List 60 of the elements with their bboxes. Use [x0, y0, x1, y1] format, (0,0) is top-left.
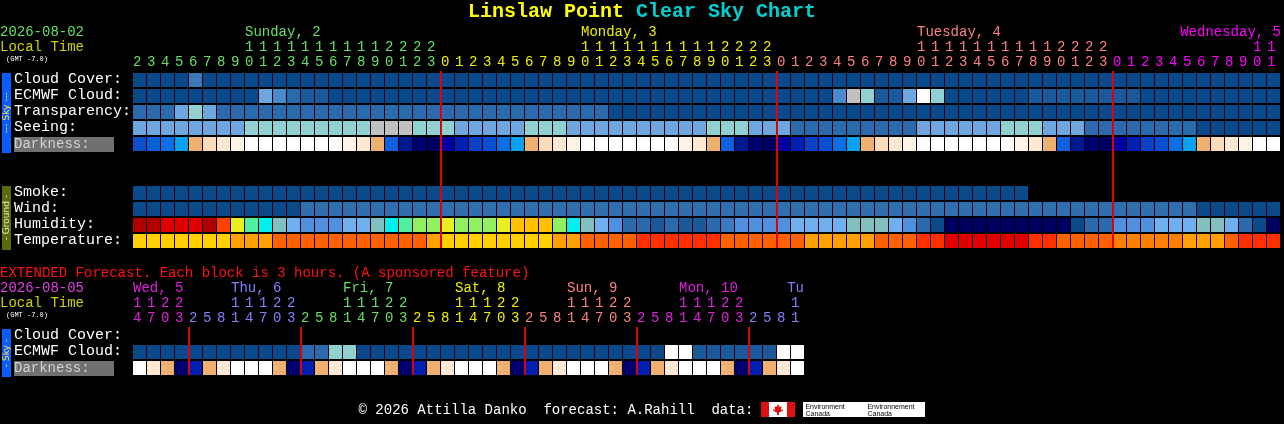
hour-tens-digits: 11111111112222: [580, 40, 778, 55]
midnight-line: [412, 327, 414, 375]
row-label: Temperature:: [14, 234, 124, 248]
midnight-line: [524, 327, 526, 375]
row-label: Wind:: [14, 202, 60, 216]
canada-flag-icon: [761, 402, 796, 417]
row-label: Darkness:: [14, 137, 114, 152]
hour-digits: 2581: [749, 311, 805, 326]
hour-tens-digits: 11122: [342, 296, 413, 311]
hour-tens-digits: 1: [790, 296, 805, 311]
hour-tens-digits: 11122: [230, 296, 301, 311]
day-label: Mon, 10: [679, 281, 738, 296]
row-label: Smoke:: [14, 186, 69, 200]
hour-digits: 25814703: [189, 311, 301, 326]
hour-tens-digits: 11111111112222: [244, 40, 442, 55]
midnight-line: [748, 327, 750, 375]
day-label: Monday, 3: [581, 25, 657, 40]
day-label: Sunday, 2: [245, 25, 321, 40]
midnight-line: [636, 327, 638, 375]
hour-digits: 4703: [133, 311, 189, 326]
hour-digits: 25814703: [637, 311, 749, 326]
hour-tens-digits: 11111111112222: [916, 40, 1114, 55]
day-label: Thu, 6: [231, 281, 282, 296]
hour-tens-digits: 1122: [133, 296, 189, 311]
forecast-date: 2026-08-02: [0, 25, 84, 40]
hour-tens-digits: 11122: [454, 296, 525, 311]
forecast-date: 2026-08-05: [0, 281, 84, 296]
hour-digits: 25814703: [525, 311, 637, 326]
midnight-line: [188, 327, 190, 375]
chart-title: Clear Sky Chart: [636, 0, 817, 25]
site-name: Linslaw Point: [467, 0, 624, 25]
day-label: Tuesday, 4: [917, 25, 1001, 40]
day-label: Fri, 7: [343, 281, 394, 296]
row-label: Cloud Cover:: [14, 329, 124, 343]
credit-text: © 2026 Attilla Danko forecast: A.Rahill data:: [358, 401, 754, 418]
time-label: Local Time: [0, 40, 84, 55]
hour-digits: 2345678901234567890123: [133, 55, 442, 70]
row-label: ECMWF Cloud:: [14, 89, 124, 103]
day-label: Sat, 8: [455, 281, 506, 296]
hour-digits: 25814703: [413, 311, 525, 326]
day-label: Wednesday, 5: [1180, 25, 1281, 40]
row-label: ECMWF Cloud:: [14, 345, 124, 359]
row-label: Seeing:: [14, 121, 78, 135]
hour-digits: 012345678901234567890123: [441, 55, 778, 70]
time-label: Local Time: [0, 296, 84, 311]
midnight-line: [300, 327, 302, 375]
hour-tens-digits: 11: [1252, 40, 1282, 55]
extended-notice: EXTENDED Forecast. Each block is 3 hours. (A sponsored feature): [0, 265, 531, 281]
day-label: Wed, 5: [133, 281, 184, 296]
day-label: Sun, 9: [567, 281, 618, 296]
hour-tens-digits: 11122: [678, 296, 749, 311]
row-label: Cloud Cover:: [14, 73, 124, 87]
row-label: Transparency:: [14, 105, 133, 119]
day-label: Tu: [787, 281, 804, 296]
hour-digits: 012345678901234567890123: [777, 55, 1114, 70]
hour-digits: 012345678901: [1113, 55, 1282, 70]
row-label: Darkness:: [14, 361, 114, 376]
row-label: Humidity:: [14, 218, 96, 232]
hour-tens-digits: 11122: [566, 296, 637, 311]
hour-digits: 25814703: [301, 311, 413, 326]
